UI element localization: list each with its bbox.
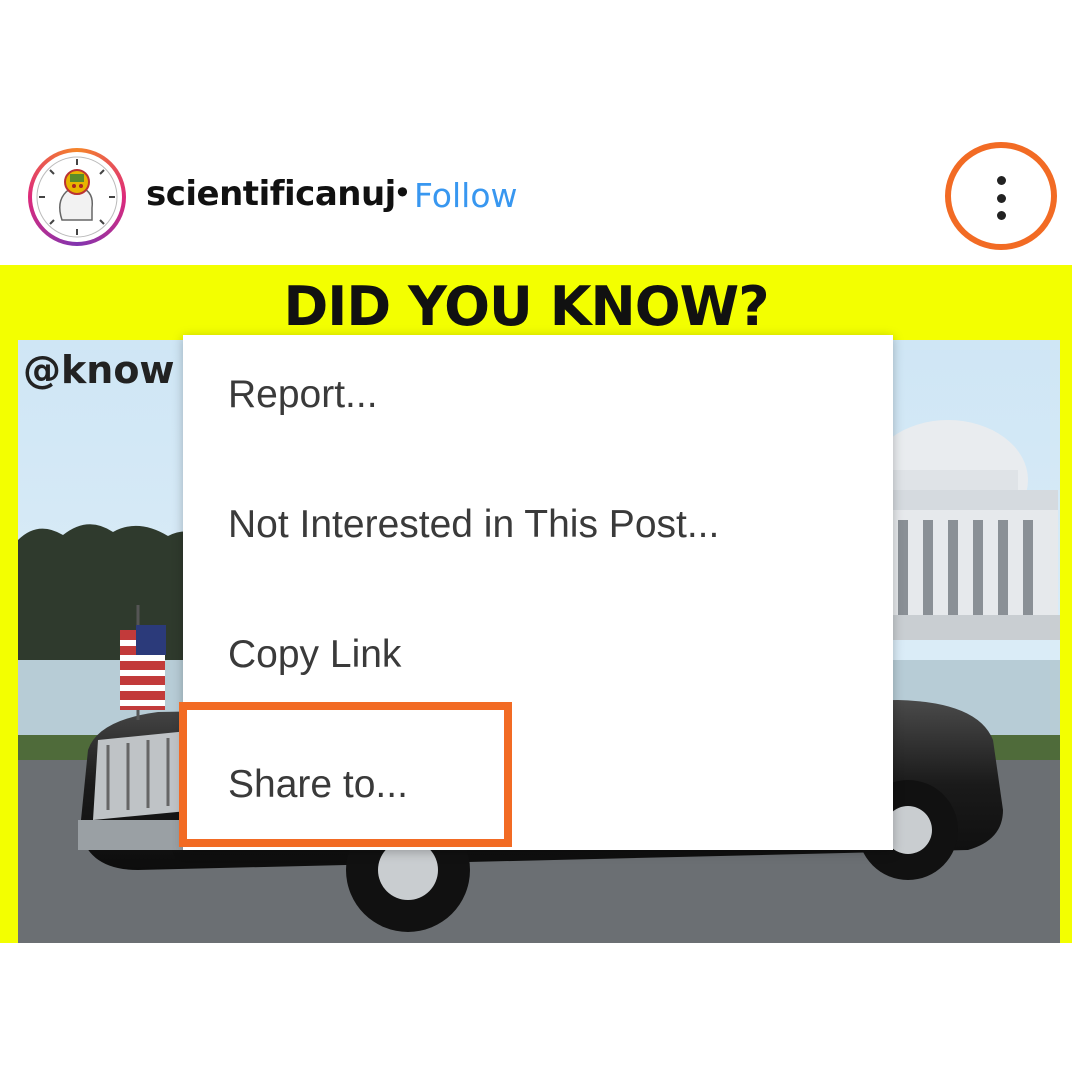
menu-item-not-interested[interactable]: Not Interested in This Post... xyxy=(228,503,719,547)
post-header: scientificanuj • Follow xyxy=(0,140,1080,260)
separator-dot: • xyxy=(393,174,412,212)
menu-item-report[interactable]: Report... xyxy=(228,373,378,417)
more-vertical-icon[interactable] xyxy=(995,176,1007,220)
post-options-menu: Report... Not Interested in This Post...… xyxy=(183,335,893,850)
follow-button[interactable]: Follow xyxy=(414,176,518,215)
avatar-image xyxy=(32,152,122,242)
post-headline: DID YOU KNOW? xyxy=(283,275,769,338)
menu-item-share-to[interactable]: Share to... xyxy=(228,763,408,807)
brain-clock-icon xyxy=(36,156,118,238)
username[interactable]: scientificanuj xyxy=(146,174,396,214)
watermark-text: @know xyxy=(23,348,175,392)
avatar[interactable] xyxy=(28,148,126,246)
more-options-highlight xyxy=(945,142,1057,250)
menu-item-copy-link[interactable]: Copy Link xyxy=(228,633,401,677)
